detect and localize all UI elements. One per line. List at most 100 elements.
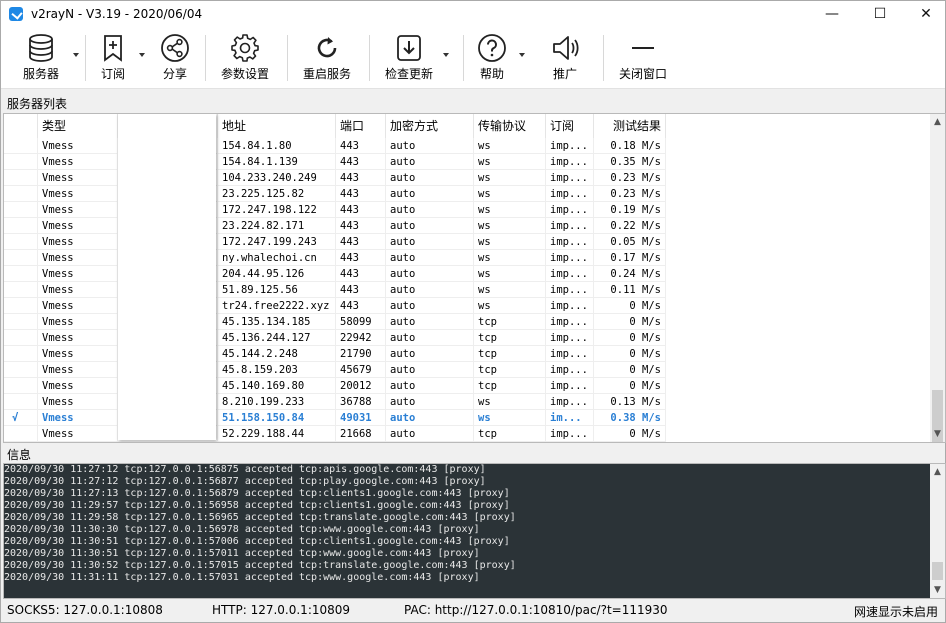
server-list[interactable]: 类型 别名 地址 端口 加密方式 传输协议 订阅 测试结果 Vmess154.8… <box>3 113 946 443</box>
scroll-down-arrow-icon[interactable]: ▼ <box>930 582 945 598</box>
table-row[interactable]: Vmess 45.135.134.185 58099 auto tcp imp... 0 M… <box>4 314 666 330</box>
minimize-button[interactable]: — <box>809 1 855 29</box>
table-row[interactable]: Vmess 154.84.1.139 443 auto ws imp... 0.35 M/s <box>4 154 666 170</box>
row-test-result: 0.13 M/s <box>594 394 666 410</box>
row-port: 443 <box>336 282 386 298</box>
row-address: 45.144.2.248 <box>218 346 336 362</box>
row-address: 45.8.159.203 <box>218 362 336 378</box>
table-row[interactable]: Vmess 45.8.159.203 45679 auto tcp imp... 0 M/s <box>4 362 666 378</box>
row-test-result: 0.35 M/s <box>594 154 666 170</box>
row-address: 172.247.199.243 <box>218 234 336 250</box>
table-row[interactable]: Vmess 154.84.1.80 443 auto ws imp... 0.18 M/s <box>4 138 666 154</box>
toolbar-update-button[interactable]: 检查更新 <box>381 33 449 83</box>
minus-icon <box>632 47 654 49</box>
chevron-down-icon[interactable] <box>73 53 79 57</box>
chevron-down-icon[interactable] <box>519 53 525 57</box>
help-icon <box>478 34 506 62</box>
toolbar-subscription-label: 订阅 <box>100 67 125 81</box>
toolbar: 服务器 订阅 分享 参数设置 重启服务 检查更新 帮助 推广 关闭窗口 <box>1 29 945 89</box>
table-row[interactable]: √ Vmess 51.158.150.84 49031 auto ws im... 0.38 … <box>4 410 666 426</box>
table-row[interactable]: Vmess 23.224.82.171 443 auto ws imp... 0.22 M/… <box>4 218 666 234</box>
row-subscription: imp... <box>546 138 594 154</box>
column-header-network[interactable]: 传输协议 <box>474 114 546 138</box>
row-active-mark <box>4 266 38 282</box>
toolbar-share-button[interactable]: 分享 <box>157 33 193 83</box>
table-row[interactable]: Vmess 52.229.188.44 21668 auto tcp imp... 0 M/… <box>4 426 666 442</box>
log-line: 2020/09/30 11:29:58 tcp:127.0.0.1:56965 … <box>4 512 516 523</box>
maximize-button[interactable]: ☐ <box>857 1 903 29</box>
row-type: Vmess <box>38 410 118 426</box>
row-subscription: imp... <box>546 154 594 170</box>
log-panel[interactable]: 2020/09/30 11:27:12 tcp:127.0.0.1:56875 … <box>3 463 946 599</box>
server-list-scrollbar[interactable]: ▲ ▼ <box>930 114 945 442</box>
row-security: auto <box>386 314 474 330</box>
column-header-type[interactable]: 类型 <box>38 114 118 138</box>
bookmark-add-icon <box>104 35 122 62</box>
column-header-test-result[interactable]: 测试结果 <box>594 114 666 138</box>
log-scrollbar[interactable]: ▲ ▼ <box>930 464 945 598</box>
table-row[interactable]: Vmess 45.136.244.127 22942 auto tcp imp... 0 M… <box>4 330 666 346</box>
row-network: tcp <box>474 330 546 346</box>
toolbar-separator <box>463 35 464 81</box>
column-header-address[interactable]: 地址 <box>218 114 336 138</box>
toolbar-promote-button[interactable]: 推广 <box>547 33 583 83</box>
scrollbar-thumb[interactable] <box>932 562 943 580</box>
toolbar-subscription-button[interactable]: 订阅 <box>95 33 145 83</box>
row-address: 51.89.125.56 <box>218 282 336 298</box>
toolbar-close-window-label: 关闭窗口 <box>618 67 667 81</box>
column-header-subscription[interactable]: 订阅 <box>546 114 594 138</box>
table-row[interactable]: Vmess ny.whalechoi.cn 443 auto ws imp... 0.17 … <box>4 250 666 266</box>
toolbar-close-window-button[interactable]: 关闭窗口 <box>615 33 671 83</box>
row-network: ws <box>474 138 546 154</box>
table-row[interactable]: Vmess 45.144.2.248 21790 auto tcp imp... 0 M/s <box>4 346 666 362</box>
table-row[interactable]: Vmess 51.89.125.56 443 auto ws imp... 0.11 M/s <box>4 282 666 298</box>
row-port: 36788 <box>336 394 386 410</box>
row-subscription: imp... <box>546 298 594 314</box>
close-button[interactable]: ✕ <box>903 1 946 29</box>
row-active-mark <box>4 170 38 186</box>
row-address: 154.84.1.139 <box>218 154 336 170</box>
column-header-security[interactable]: 加密方式 <box>386 114 474 138</box>
row-subscription: imp... <box>546 314 594 330</box>
column-header-port[interactable]: 端口 <box>336 114 386 138</box>
scroll-up-arrow-icon[interactable]: ▲ <box>930 114 945 130</box>
table-row[interactable]: Vmess 204.44.95.126 443 auto ws imp... 0.24 M/… <box>4 266 666 282</box>
toolbar-separator <box>287 35 288 81</box>
row-type: Vmess <box>38 282 118 298</box>
chevron-down-icon[interactable] <box>139 53 145 57</box>
toolbar-servers-button[interactable]: 服务器 <box>17 33 79 83</box>
row-network: tcp <box>474 378 546 394</box>
row-subscription: imp... <box>546 282 594 298</box>
chevron-down-icon[interactable] <box>443 53 449 57</box>
column-header-active[interactable] <box>4 114 38 138</box>
table-row[interactable]: Vmess 8.210.199.233 36788 auto ws imp... 0.13 … <box>4 394 666 410</box>
row-network: tcp <box>474 426 546 442</box>
row-type: Vmess <box>38 170 118 186</box>
scroll-down-arrow-icon[interactable]: ▼ <box>930 426 945 442</box>
row-test-result: 0 M/s <box>594 426 666 442</box>
scroll-up-arrow-icon[interactable]: ▲ <box>930 464 945 480</box>
toolbar-settings-button[interactable]: 参数设置 <box>217 33 273 83</box>
table-row[interactable]: Vmess 45.140.169.80 20012 auto tcp imp... 0 M/… <box>4 378 666 394</box>
table-row[interactable]: Vmess 104.233.240.249 443 auto ws imp... 0.23 … <box>4 170 666 186</box>
row-port: 443 <box>336 186 386 202</box>
row-subscription: imp... <box>546 378 594 394</box>
row-active-mark <box>4 426 38 442</box>
row-active-mark <box>4 138 38 154</box>
row-network: ws <box>474 218 546 234</box>
table-row[interactable]: Vmess tr24.free2222.xyz 443 auto ws imp... 0 M… <box>4 298 666 314</box>
row-test-result: 0.05 M/s <box>594 234 666 250</box>
toolbar-restart-button[interactable]: 重启服务 <box>299 33 355 83</box>
table-row[interactable]: Vmess 23.225.125.82 443 auto ws imp... 0.23 M/… <box>4 186 666 202</box>
toolbar-separator <box>205 35 206 81</box>
table-row[interactable]: Vmess 172.247.199.243 443 auto ws imp... 0.05 … <box>4 234 666 250</box>
row-type: Vmess <box>38 154 118 170</box>
row-address: tr24.free2222.xyz <box>218 298 336 314</box>
row-address: 52.229.188.44 <box>218 426 336 442</box>
toolbar-help-label: 帮助 <box>479 67 504 81</box>
row-network: ws <box>474 266 546 282</box>
row-active-mark <box>4 298 38 314</box>
table-row[interactable]: Vmess 172.247.198.122 443 auto ws imp... 0.19 … <box>4 202 666 218</box>
log-line: 2020/09/30 11:30:51 tcp:127.0.0.1:57011 … <box>4 548 480 559</box>
toolbar-help-button[interactable]: 帮助 <box>475 33 525 83</box>
